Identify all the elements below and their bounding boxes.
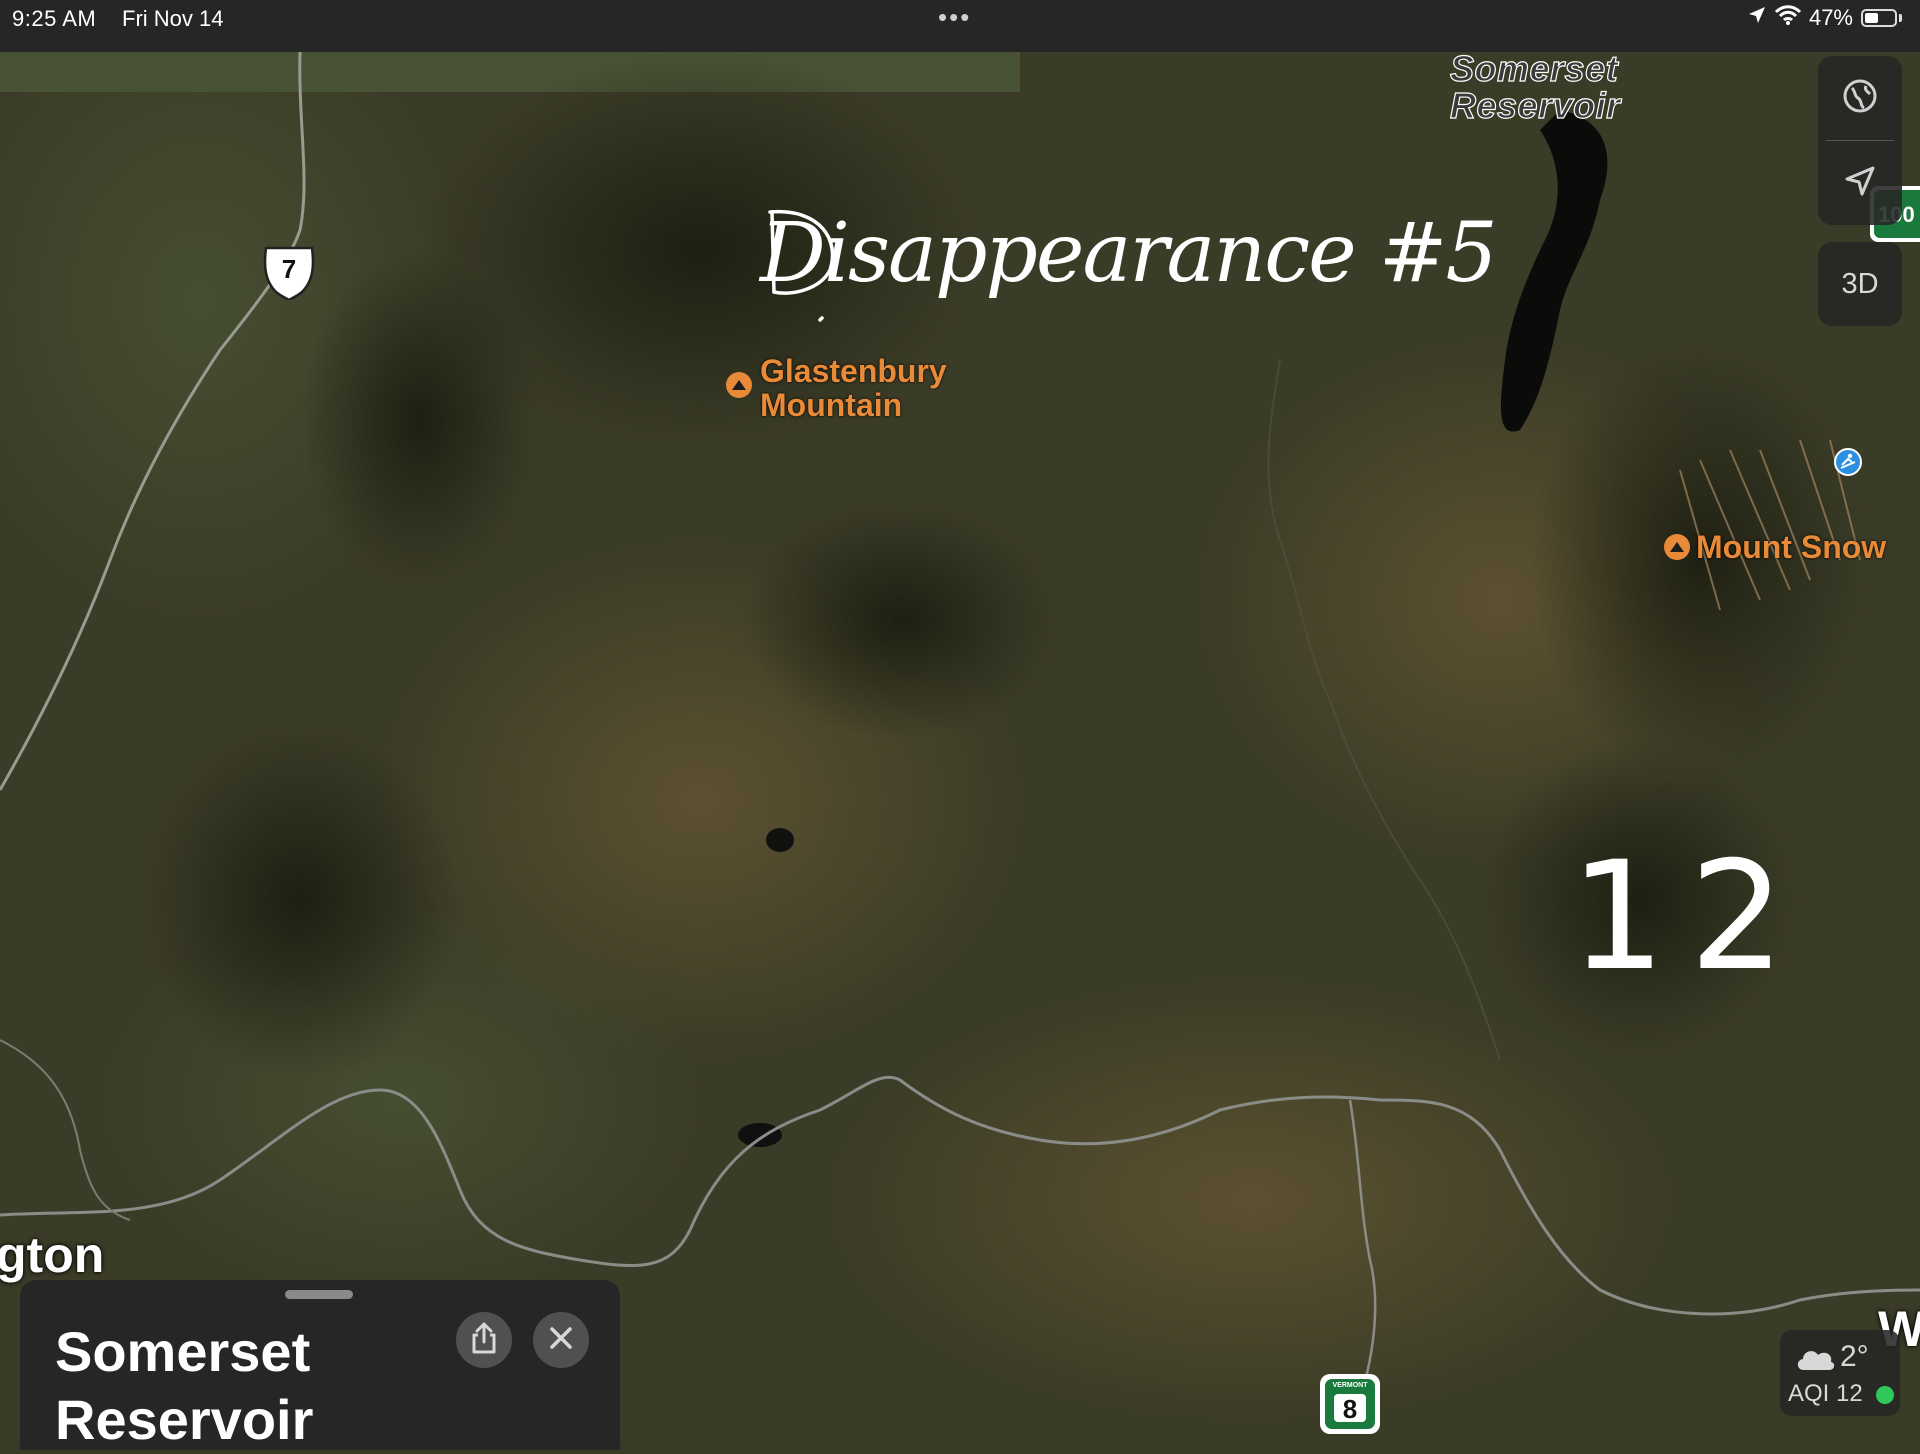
share-icon [469, 1321, 499, 1360]
place-card-title-line2: Reservoir [55, 1388, 314, 1451]
poi-label-line1: Glastenbury [760, 353, 947, 389]
battery-icon [1861, 9, 1897, 27]
handwritten-number-annotation: 12 [1570, 830, 1809, 1004]
place-card-title-line1: Somerset [55, 1320, 311, 1383]
sheet-grabber[interactable] [285, 1290, 353, 1299]
current-location-button[interactable] [1818, 141, 1902, 225]
water-label-line1: Somerset [1449, 48, 1619, 89]
cloud-icon [1794, 1344, 1836, 1377]
water-label-somerset-reservoir[interactable]: Somerset Reservoir [1449, 48, 1621, 126]
location-services-icon [1747, 5, 1767, 31]
multitasking-dots-icon[interactable]: ••• [938, 2, 971, 33]
route-shield-vt-8[interactable]: VERMONT 8 [1320, 1374, 1380, 1434]
status-date: Fri Nov 14 [122, 6, 224, 31]
route-state-label: VERMONT [1332, 1382, 1368, 1389]
globe-icon [1842, 78, 1878, 119]
status-indicators: 47% [1747, 5, 1902, 31]
route-number: 7 [281, 254, 297, 284]
water-label-line2: Reservoir [1449, 85, 1621, 126]
air-quality-index: AQI 12 [1788, 1380, 1863, 1407]
map-controls [1818, 56, 1902, 225]
close-button[interactable] [533, 1312, 589, 1368]
mountain-icon [726, 372, 752, 398]
poi-label: Mount Snow [1696, 529, 1887, 565]
location-arrow-icon [1843, 164, 1877, 203]
handwritten-title-visible: Disappearance #5 [760, 206, 1498, 301]
town-label-partial[interactable]: gton [0, 1226, 104, 1284]
place-card[interactable]: Somerset Reservoir [20, 1280, 620, 1451]
route-number: 8 [1342, 1394, 1358, 1424]
route-shield-us-7[interactable]: 7 [262, 244, 316, 302]
status-time: 9:25 AM [12, 6, 97, 31]
weather-temperature: 2° [1840, 1340, 1869, 1373]
poi-label-line2: Mountain [760, 387, 903, 423]
close-icon [549, 1326, 573, 1355]
poi-mount-snow[interactable]: Mount Snow [1664, 530, 1886, 564]
aqi-status-dot [1876, 1386, 1894, 1404]
status-bar: 9:25 AM Fri Nov 14 ••• 47% [0, 0, 1920, 52]
battery-fill [1865, 13, 1878, 23]
weather-widget[interactable]: 2° AQI 12 [1780, 1330, 1900, 1416]
poi-glastenbury-mountain[interactable]: Glastenbury Mountain [726, 354, 947, 422]
view-3d-control: 3D [1818, 242, 1902, 326]
place-card-title: Somerset Reservoir [55, 1318, 455, 1454]
map-mode-button[interactable] [1818, 56, 1902, 140]
battery-percent: 47% [1808, 5, 1853, 30]
wifi-icon [1774, 5, 1802, 31]
mountain-icon [1664, 534, 1690, 560]
share-button[interactable] [456, 1312, 512, 1368]
view-3d-button[interactable]: 3D [1818, 242, 1902, 326]
ski-resort-icon[interactable] [1834, 448, 1862, 476]
battery-tip [1899, 14, 1902, 22]
